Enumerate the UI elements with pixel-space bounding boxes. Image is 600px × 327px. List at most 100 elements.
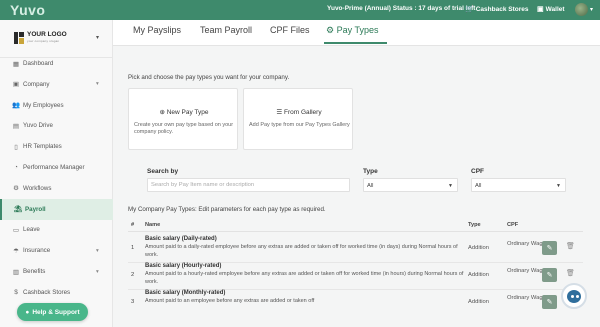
row-number: 1 (131, 245, 135, 251)
column-header-number: # (131, 222, 135, 228)
chevron-down-icon[interactable]: ▾ (96, 34, 99, 41)
sidebar-item-label: Company (23, 80, 50, 88)
wallet-icon: ▣ (537, 6, 544, 13)
table-header: # Name Type CPF (128, 220, 583, 231)
row-number: 2 (131, 272, 135, 278)
chevron-down-icon[interactable]: ▾ (590, 6, 593, 13)
gear-icon: ⚙ (326, 25, 335, 35)
type-filter-value: All (367, 183, 374, 189)
sidebar-item-leave[interactable]: ▭ Leave (0, 219, 113, 240)
active-tab-indicator (324, 42, 387, 44)
user-avatar[interactable] (575, 3, 588, 16)
tab-my-payslips[interactable]: My Payslips (133, 25, 181, 35)
cogs-icon: ⚙ (13, 185, 19, 193)
sidebar-item-label: Payroll (25, 205, 46, 213)
pay-type-name: Basic salary (Monthly-rated) (145, 290, 226, 296)
wallet-label: Wallet (545, 5, 565, 13)
from-gallery-label: From Gallery (284, 109, 322, 116)
sidebar-item-hr-templates[interactable]: ▯ HR Templates (0, 136, 113, 157)
search-label: Search by (147, 168, 179, 175)
building-icon: ▣ (12, 81, 20, 89)
trash-icon[interactable]: 🗑 (566, 269, 575, 277)
logo-tagline: your company slogan (27, 39, 60, 43)
sidebar-item-cashback-stores[interactable]: $ Cashback Stores (0, 282, 113, 303)
intro-text: Pick and choose the pay types you want f… (128, 74, 290, 81)
cpf-filter-select[interactable]: All ▼ (471, 178, 566, 192)
new-pay-type-title: ⊕ New Pay Type (129, 108, 239, 116)
help-support-label: Help & Support (32, 308, 80, 316)
table-row: 1 Basic salary (Daily-rated) Amount paid t… (128, 235, 583, 262)
pay-type-description: Amount paid to a hourly-rated employee b… (145, 271, 464, 285)
divider (128, 231, 583, 232)
sidebar-item-label: Insurance (23, 247, 51, 255)
sidebar-item-benefits[interactable]: ▥ Benefits ▾ (0, 261, 113, 282)
sidebar-item-dashboard[interactable]: ▦ Dashboard (0, 53, 113, 74)
sidebar-item-label: Yuvo Drive (23, 122, 53, 130)
pay-type-type: Addition (468, 272, 489, 278)
type-filter-label: Type (363, 168, 378, 175)
top-bar: Yuvo Yuvo-Prime (Annual) Status : 17 day… (0, 0, 600, 20)
pay-type-cpf: Ordinary Wage (507, 268, 546, 274)
edit-button[interactable]: ✎ (542, 268, 557, 282)
chevron-down-icon: ▼ (556, 183, 561, 189)
cashback-stores-label: Cashback Stores (475, 5, 529, 13)
sidebar-item-label: Cashback Stores (23, 288, 71, 296)
chat-assistant-button[interactable] (561, 283, 587, 309)
sidebar-item-yuvo-drive[interactable]: ▤ Yuvo Drive (0, 115, 113, 136)
sidebar-item-company[interactable]: ▣ Company ▾ (0, 74, 113, 95)
from-gallery-card[interactable]: ☰ From Gallery Add Pay type from our Pay… (243, 88, 353, 150)
sidebar-item-label: Benefits (23, 268, 46, 275)
pay-type-type: Addition (468, 245, 489, 251)
trash-icon[interactable]: 🗑 (566, 242, 575, 250)
pay-type-name: Basic salary (Daily-rated) (145, 236, 217, 242)
tab-pay-types-label: Pay Types (336, 25, 379, 35)
tab-cpf-files[interactable]: CPF Files (270, 25, 310, 35)
from-gallery-description: Add Pay type from our Pay Types Gallery (249, 122, 350, 128)
column-header-type: Type (468, 222, 481, 228)
gift-icon: ▥ (12, 268, 20, 276)
cpf-filter-label: CPF (471, 168, 484, 175)
sidebar-item-label: Leave (23, 226, 40, 234)
sidebar-item-payroll[interactable]: ⛱ Payroll (0, 198, 113, 220)
table-row: 3 Basic salary (Monthly-rated) Amount paid… (128, 289, 583, 316)
edit-button[interactable]: ✎ (542, 241, 557, 255)
sidebar-item-workflows[interactable]: ⚙ Workflows (0, 178, 113, 199)
sidebar-item-insurance[interactable]: ☂ Insurance ▾ (0, 240, 113, 261)
sidebar-item-performance-manager[interactable]: ◔ Performance Manager (0, 157, 113, 178)
main-content: Pick and choose the pay types you want f… (113, 46, 600, 327)
column-header-cpf: CPF (507, 222, 519, 228)
pay-type-description: Amount paid to an employee before any ex… (145, 298, 315, 304)
cashback-stores-button[interactable]: 🛒 Cashback Stores (465, 5, 529, 14)
sidebar-item-label: My Employees (23, 101, 64, 109)
edit-button[interactable]: ✎ (542, 295, 557, 309)
sidebar-item-label: HR Templates (23, 143, 62, 151)
leave-icon: ▭ (12, 226, 20, 234)
pay-type-name: Basic salary (Hourly-rated) (145, 263, 222, 269)
trial-status[interactable]: Yuvo-Prime (Annual) Status : 17 days of … (327, 5, 475, 12)
users-icon: 👥 (11, 102, 21, 110)
robot-eye (576, 295, 579, 298)
help-support-button[interactable]: ● Help & Support (17, 303, 88, 321)
type-filter-select[interactable]: All ▼ (363, 178, 458, 192)
pay-type-cpf: Ordinary Wage (507, 295, 546, 301)
chevron-down-icon: ▼ (448, 183, 453, 189)
search-input[interactable] (147, 178, 350, 192)
wallet-button[interactable]: ▣ Wallet (537, 5, 565, 14)
new-pay-type-card[interactable]: ⊕ New Pay Type Create your own pay type … (128, 88, 238, 150)
gauge-icon: ◔ (14, 164, 18, 171)
logo-mark-icon (14, 32, 24, 44)
plus-circle-icon: ⊕ (159, 109, 165, 116)
dollar-icon: $ (14, 288, 18, 296)
chevron-down-icon: ▾ (96, 81, 99, 88)
pay-type-description: Amount paid to a daily-rated employee be… (145, 244, 458, 258)
sidebar-item-my-employees[interactable]: 👥 My Employees (0, 95, 113, 116)
sidebar-item-label: Performance Manager (23, 164, 85, 171)
payroll-tabs: My Payslips Team Payroll CPF Files ⚙ Pay… (113, 20, 600, 46)
sidebar: YOUR LOGO your company slogan ▾ ▦ Dashboa… (0, 20, 113, 327)
robot-eye (571, 295, 574, 298)
tab-pay-types[interactable]: ⚙ Pay Types (326, 25, 378, 36)
drive-icon: ▤ (12, 122, 20, 130)
tab-team-payroll[interactable]: Team Payroll (200, 25, 252, 35)
brand-logo[interactable]: Yuvo (10, 2, 45, 18)
row-number: 3 (131, 299, 135, 305)
